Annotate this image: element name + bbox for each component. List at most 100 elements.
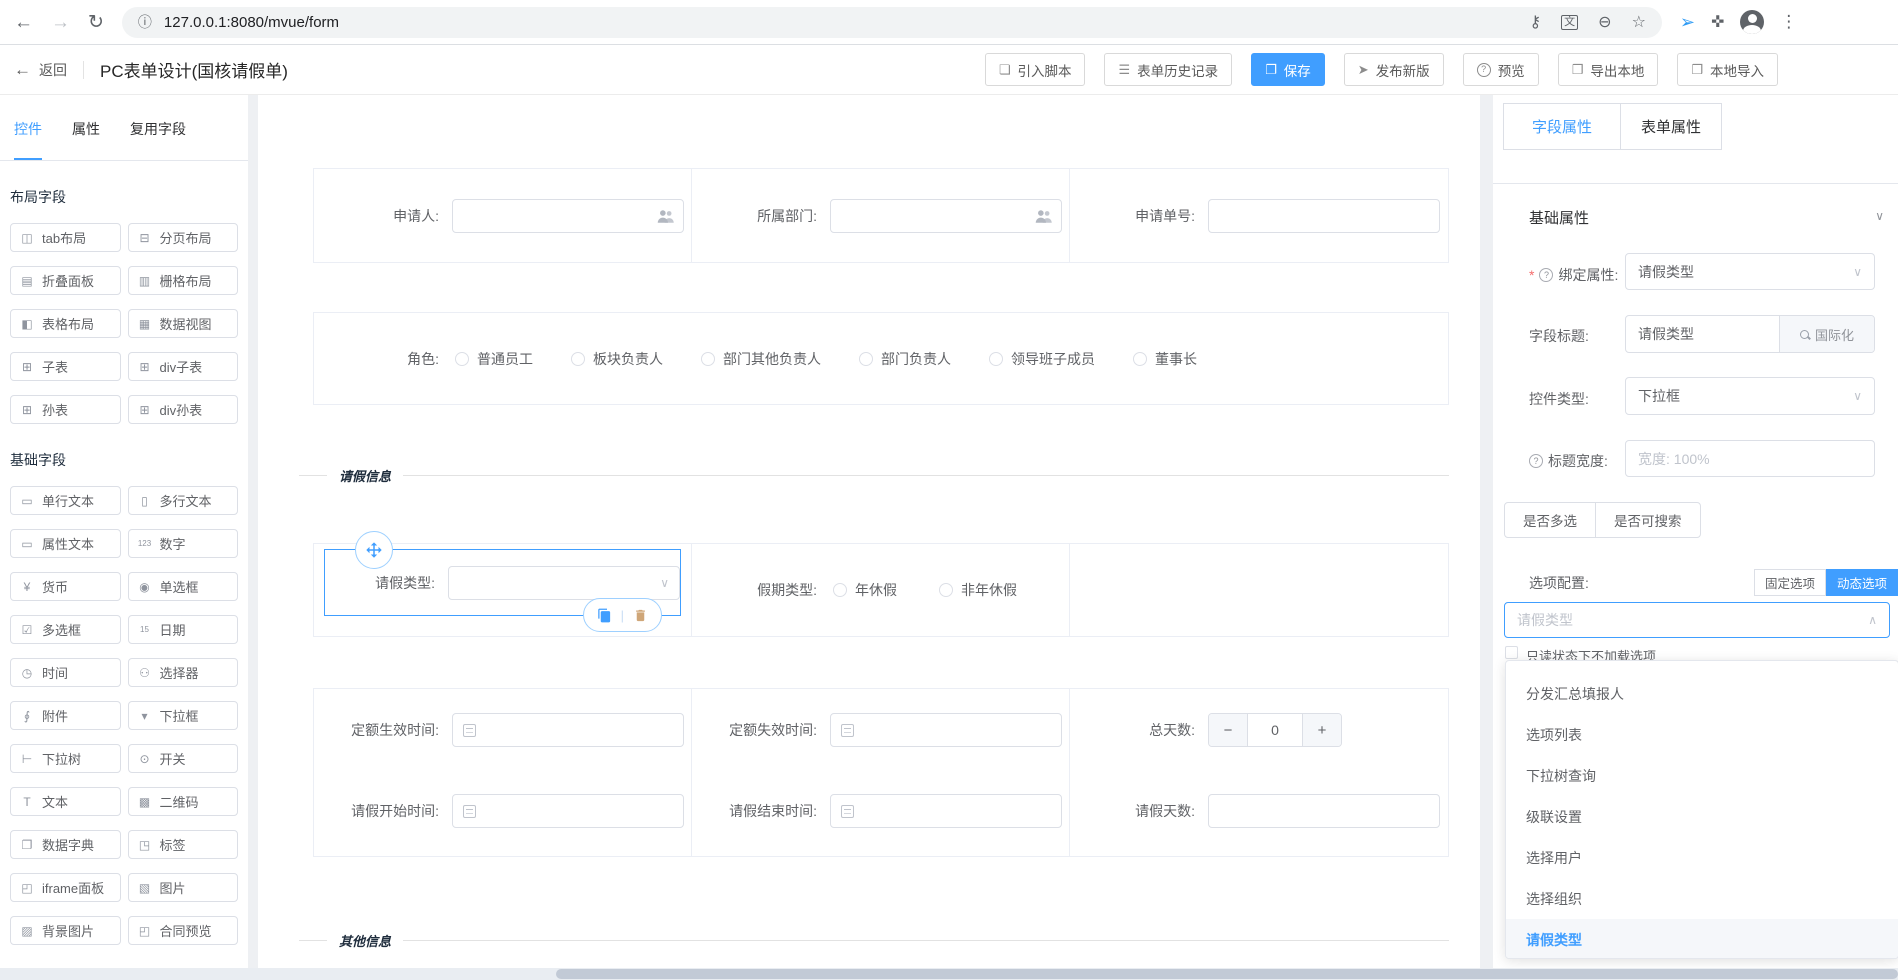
tab-controls[interactable]: 控件: [14, 119, 42, 160]
bookmark-star-icon[interactable]: ☆: [1632, 12, 1646, 32]
tab-field-properties[interactable]: 字段属性: [1503, 103, 1621, 150]
browser-reload-icon[interactable]: ↻: [88, 13, 104, 32]
dropdown-option[interactable]: 分发汇总填报人: [1506, 673, 1898, 714]
stepper-value[interactable]: 0: [1247, 714, 1303, 746]
radio-option[interactable]: 年休假: [833, 580, 897, 600]
dropdown-option[interactable]: 下拉树查询: [1506, 755, 1898, 796]
radio-option[interactable]: 部门其他负责人: [701, 349, 821, 369]
palette-item[interactable]: ❐数据字典: [10, 830, 121, 859]
palette-item[interactable]: T文本: [10, 787, 121, 816]
checkbox-icon[interactable]: [1505, 646, 1518, 659]
dropdown-option[interactable]: 请假类型: [1506, 919, 1898, 959]
palette-item[interactable]: ▩二维码: [128, 787, 239, 816]
publish-button[interactable]: ➤发布新版: [1344, 53, 1444, 86]
extension-bird-icon[interactable]: ➢: [1680, 12, 1695, 33]
address-bar[interactable]: ⓘ 127.0.0.1:8080/mvue/form ⚷ 文 ⊖ ☆: [122, 7, 1662, 38]
applicant-input[interactable]: [452, 199, 684, 233]
radio-option[interactable]: 部门负责人: [859, 349, 951, 369]
palette-item[interactable]: 123数字: [128, 529, 239, 558]
back-button[interactable]: ← 返回: [14, 60, 67, 80]
palette-item[interactable]: ⊢下拉树: [10, 744, 121, 773]
fixed-options-button[interactable]: 固定选项: [1754, 569, 1826, 596]
department-input[interactable]: [830, 199, 1062, 233]
palette-item[interactable]: ⊞div孙表: [128, 395, 239, 424]
palette-item[interactable]: ▤折叠面板: [10, 266, 121, 295]
palette-item[interactable]: ∮附件: [10, 701, 121, 730]
searchable-toggle[interactable]: 是否可搜索: [1595, 502, 1701, 538]
palette-item[interactable]: ◉单选框: [128, 572, 239, 601]
dynamic-option-select[interactable]: 请假类型 ∧: [1504, 602, 1890, 638]
order-number-input[interactable]: [1208, 199, 1440, 233]
password-key-icon[interactable]: ⚷: [1529, 12, 1541, 32]
palette-item[interactable]: ▥栅格布局: [128, 266, 239, 295]
dropdown-option[interactable]: 选择组织: [1506, 878, 1898, 919]
radio-option[interactable]: 董事长: [1133, 349, 1197, 369]
palette-item[interactable]: ⊙开关: [128, 744, 239, 773]
palette-item[interactable]: ◰合同预览: [128, 916, 239, 945]
title-width-input[interactable]: 宽度: 100%: [1625, 440, 1875, 477]
bind-attr-select[interactable]: 请假类型 ∨: [1625, 253, 1875, 290]
palette-item[interactable]: 15日期: [128, 615, 239, 644]
copy-field-button[interactable]: [597, 608, 612, 623]
dynamic-options-button[interactable]: 动态选项: [1826, 569, 1898, 596]
palette-item[interactable]: ▯多行文本: [128, 486, 239, 515]
palette-item[interactable]: ⚇选择器: [128, 658, 239, 687]
quota-start-input[interactable]: [452, 713, 684, 747]
tab-form-properties[interactable]: 表单属性: [1620, 103, 1722, 150]
control-type-select[interactable]: 下拉框 ∨: [1625, 377, 1875, 415]
i18n-button[interactable]: 国际化: [1779, 316, 1874, 352]
palette-item[interactable]: ◷时间: [10, 658, 121, 687]
dropdown-option[interactable]: 级联设置: [1506, 796, 1898, 837]
horizontal-scrollbar[interactable]: [0, 968, 1898, 980]
palette-item[interactable]: ⊞子表: [10, 352, 121, 381]
stepper-minus-button[interactable]: −: [1209, 714, 1247, 746]
quota-end-input[interactable]: [830, 713, 1062, 747]
palette-item[interactable]: ▦数据视图: [128, 309, 239, 338]
palette-item[interactable]: ◧表格布局: [10, 309, 121, 338]
palette-item[interactable]: ◰iframe面板: [10, 873, 121, 902]
extensions-puzzle-icon[interactable]: ✜: [1711, 12, 1724, 32]
dropdown-option[interactable]: 选择用户: [1506, 837, 1898, 878]
radio-option[interactable]: 领导班子成员: [989, 349, 1095, 369]
multi-select-toggle[interactable]: 是否多选: [1504, 502, 1596, 538]
dropdown-option[interactable]: 选项列表: [1506, 714, 1898, 755]
tab-properties[interactable]: 属性: [72, 119, 100, 160]
palette-item[interactable]: ◫tab布局: [10, 223, 121, 252]
preview-button[interactable]: ?预览: [1463, 53, 1539, 86]
palette-item[interactable]: ▭属性文本: [10, 529, 121, 558]
help-icon[interactable]: ?: [1529, 454, 1543, 468]
palette-item[interactable]: ▨背景图片: [10, 916, 121, 945]
palette-item[interactable]: ☑多选框: [10, 615, 121, 644]
stepper-plus-button[interactable]: +: [1303, 714, 1341, 746]
palette-item[interactable]: ⊞div子表: [128, 352, 239, 381]
radio-option[interactable]: 板块负责人: [571, 349, 663, 369]
browser-forward-icon[interactable]: →: [51, 13, 70, 32]
palette-item[interactable]: ▧图片: [128, 873, 239, 902]
field-title-input[interactable]: 请假类型: [1626, 316, 1779, 352]
collapse-chevron-icon[interactable]: ∨: [1875, 209, 1884, 223]
export-local-button[interactable]: ❒导出本地: [1558, 53, 1659, 86]
zoom-out-icon[interactable]: ⊖: [1598, 12, 1611, 32]
url-text[interactable]: 127.0.0.1:8080/mvue/form: [164, 14, 339, 31]
leave-start-input[interactable]: [452, 794, 684, 828]
palette-item[interactable]: ▾下拉框: [128, 701, 239, 730]
palette-item[interactable]: ⊞孙表: [10, 395, 121, 424]
leave-days-input[interactable]: [1208, 794, 1440, 828]
leave-end-input[interactable]: [830, 794, 1062, 828]
tab-reusable-fields[interactable]: 复用字段: [130, 119, 186, 160]
site-info-icon[interactable]: ⓘ: [138, 12, 152, 32]
radio-option[interactable]: 普通员工: [455, 349, 533, 369]
browser-menu-icon[interactable]: ⋮: [1780, 12, 1797, 32]
save-button[interactable]: ❐保存: [1251, 53, 1325, 86]
scrollbar-thumb[interactable]: [556, 969, 1898, 979]
radio-option[interactable]: 非年休假: [939, 580, 1017, 600]
palette-item[interactable]: ⊟分页布局: [128, 223, 239, 252]
selected-field-wrapper[interactable]: 请假类型: ∨ |: [324, 549, 681, 616]
leave-type-select[interactable]: ∨: [448, 566, 680, 600]
palette-item[interactable]: ¥货币: [10, 572, 121, 601]
import-script-button[interactable]: ❏引入脚本: [985, 53, 1086, 86]
translate-icon[interactable]: 文: [1561, 15, 1578, 30]
palette-item[interactable]: ▭单行文本: [10, 486, 121, 515]
profile-avatar[interactable]: [1740, 10, 1764, 34]
drag-handle[interactable]: [355, 531, 393, 569]
